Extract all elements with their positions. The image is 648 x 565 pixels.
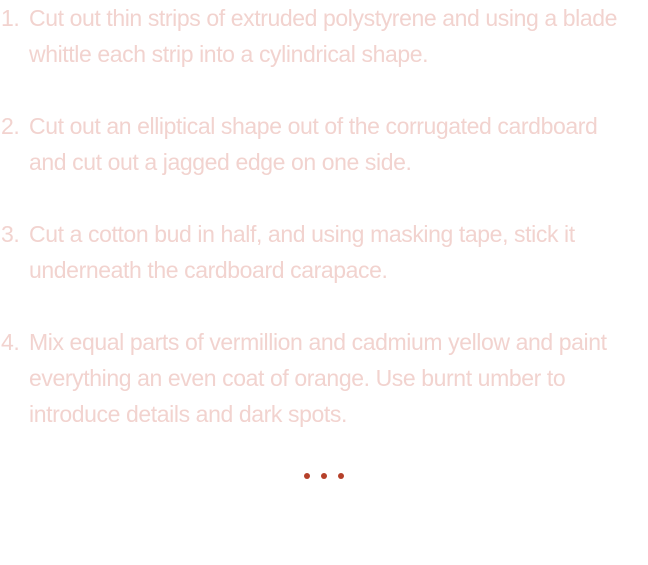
step-number: 3. <box>1 221 20 247</box>
step-item-4: 4. Mix equal parts of vermillion and cad… <box>0 324 648 432</box>
dot-icon <box>304 473 310 479</box>
step-item-3: 3. Cut a cotton bud in half, and using m… <box>0 216 648 288</box>
step-number: 4. <box>1 329 20 355</box>
step-text: Cut a cotton bud in half, and using mask… <box>29 221 575 283</box>
dot-icon <box>338 473 344 479</box>
step-text: Mix equal parts of vermillion and cadmiu… <box>29 329 607 427</box>
instruction-list: 1. Cut out thin strips of extruded polys… <box>0 0 648 468</box>
dot-icon <box>321 473 327 479</box>
step-item-2: 2. Cut out an elliptical shape out of th… <box>0 108 648 180</box>
step-number: 2. <box>1 113 20 139</box>
ellipsis-separator-icon <box>0 473 648 479</box>
step-text: Cut out thin strips of extruded polystyr… <box>29 5 618 67</box>
step-text: Cut out an elliptical shape out of the c… <box>29 113 598 175</box>
step-item-1: 1. Cut out thin strips of extruded polys… <box>0 0 648 72</box>
step-number: 1. <box>1 5 20 31</box>
